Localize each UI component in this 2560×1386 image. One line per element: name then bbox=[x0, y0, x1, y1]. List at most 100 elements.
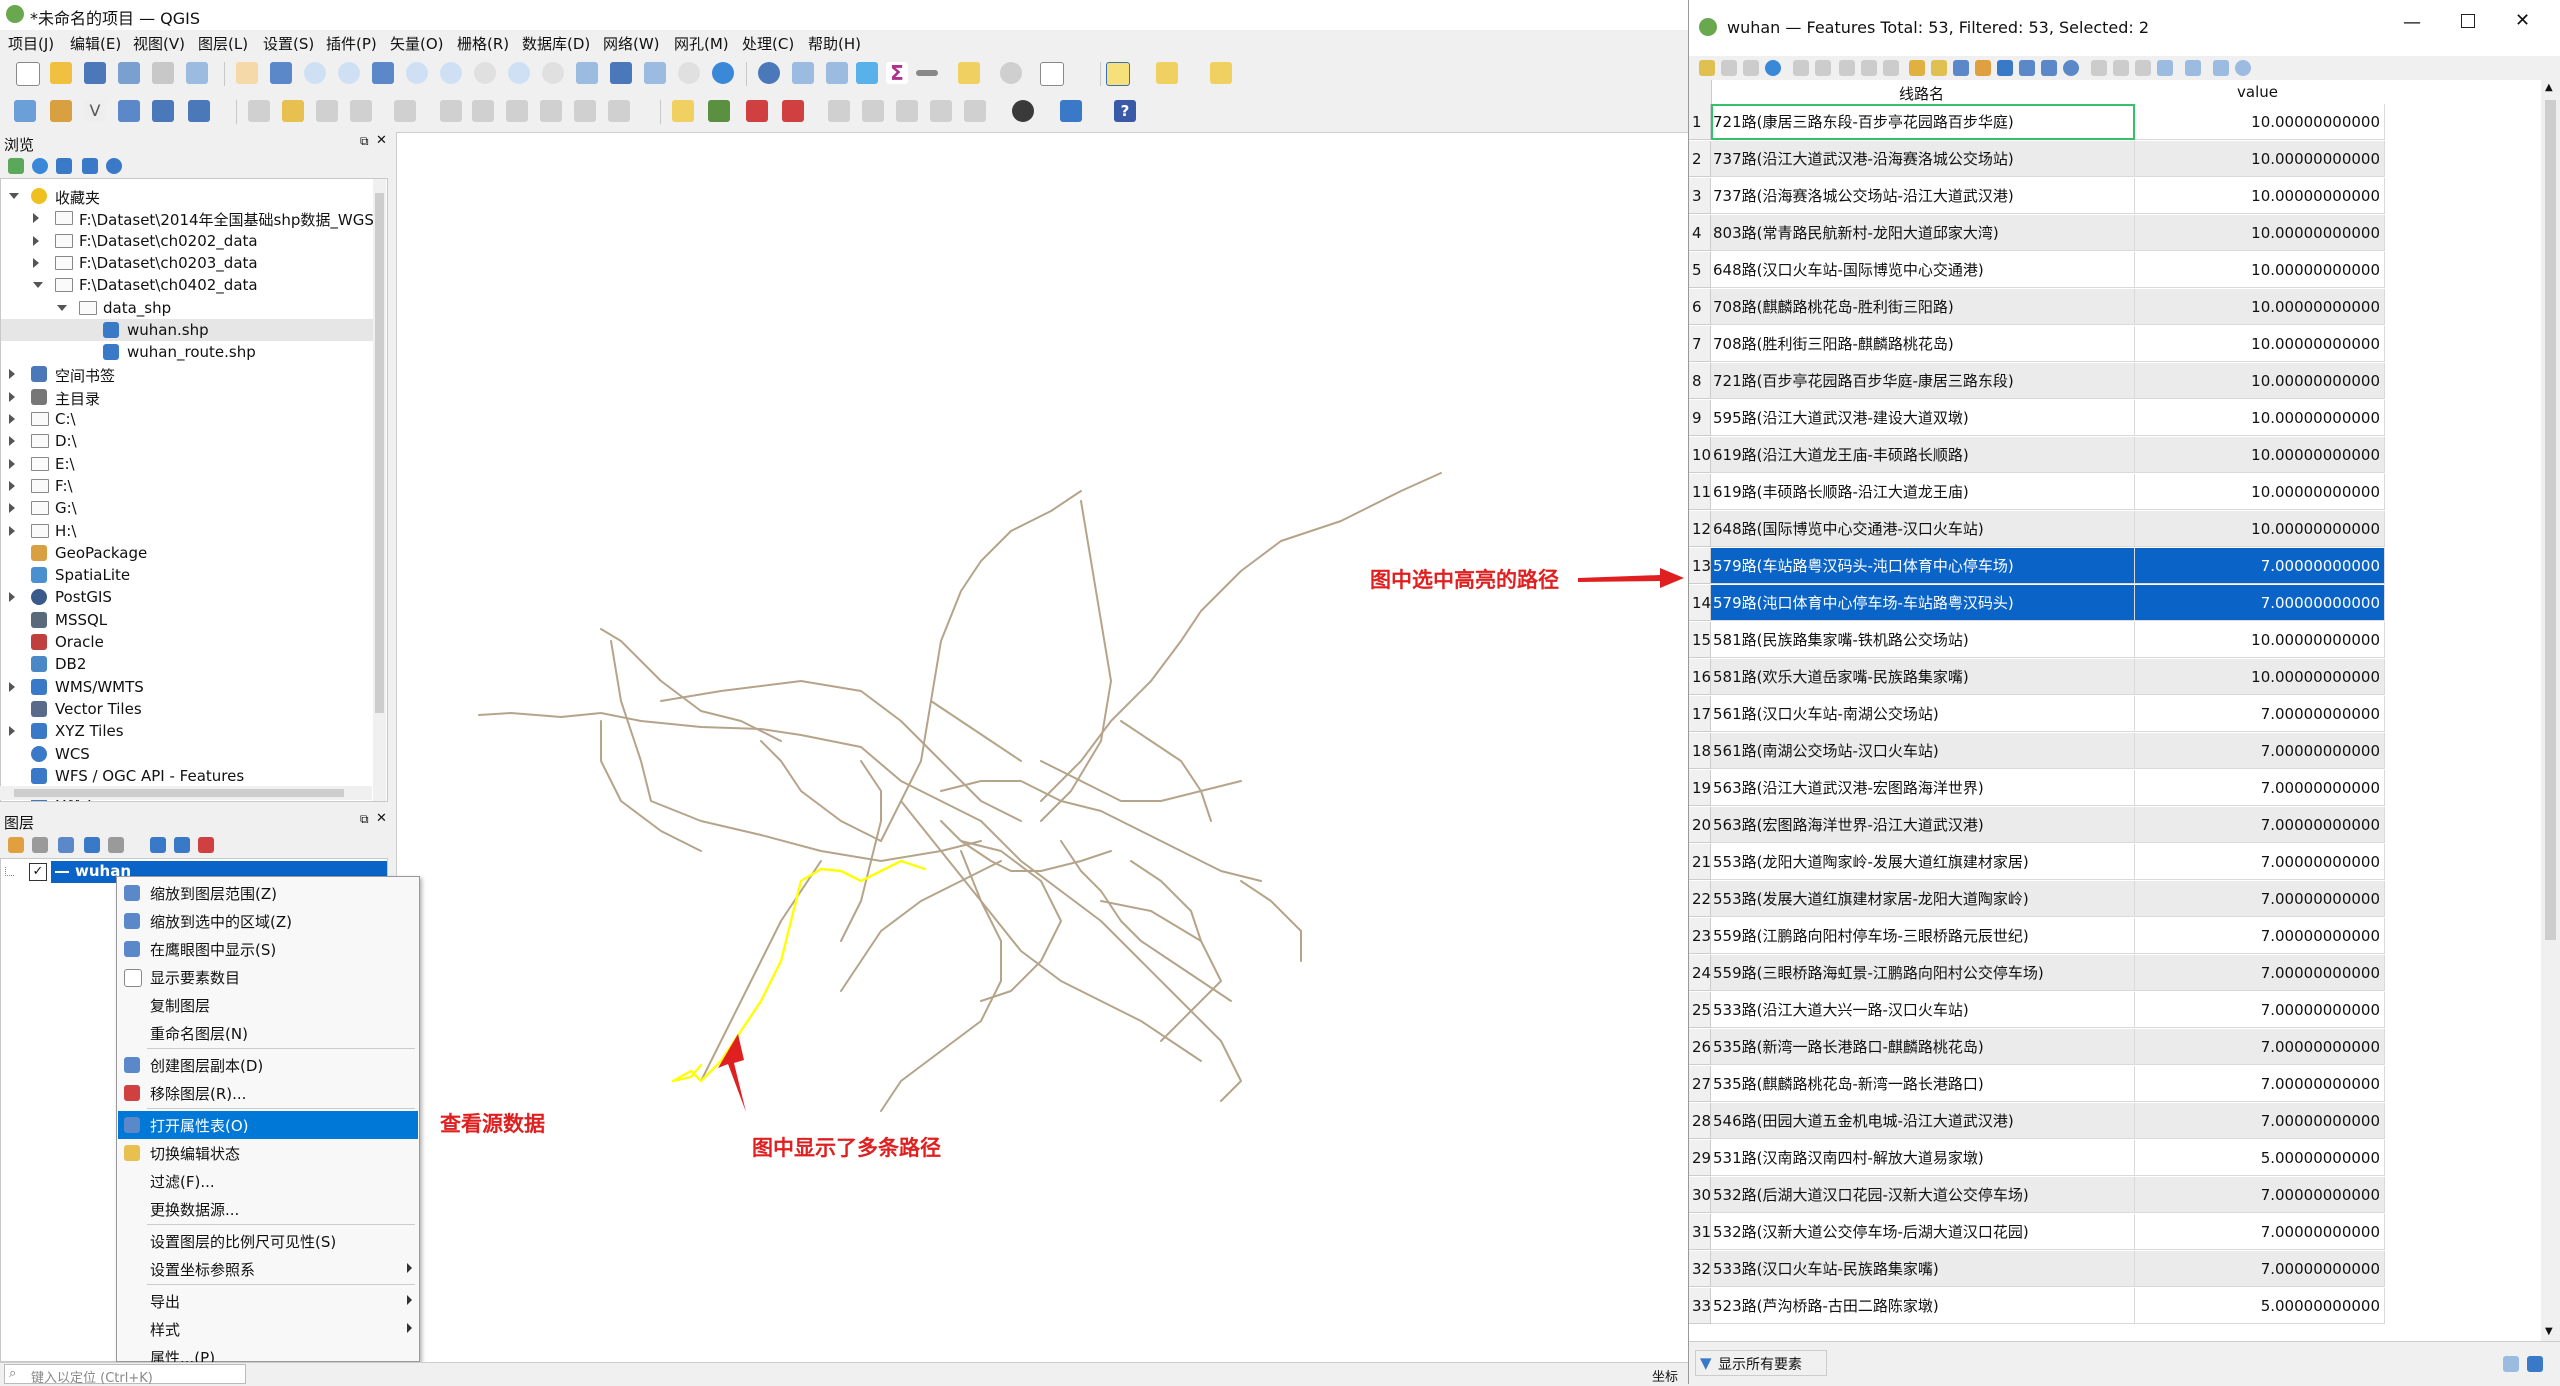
row-number[interactable]: 22 bbox=[1689, 881, 1711, 917]
add-group-icon[interactable] bbox=[32, 837, 48, 853]
highlight-labels-icon[interactable] bbox=[746, 100, 768, 122]
row-number[interactable]: 2 bbox=[1689, 141, 1711, 177]
cell-value[interactable]: 7.00000000000 bbox=[2135, 955, 2385, 991]
browser-item[interactable]: 空间书签 bbox=[1, 363, 373, 385]
row-number[interactable]: 17 bbox=[1689, 696, 1711, 732]
browser-hscrollbar[interactable] bbox=[0, 786, 372, 800]
cell-route-name[interactable]: 559路(江鹏路向阳村停车场-三眼桥路元辰世纪) bbox=[1711, 918, 2135, 954]
pan-to-selection-icon[interactable] bbox=[270, 62, 292, 84]
row-number[interactable]: 33 bbox=[1689, 1288, 1711, 1324]
current-edits-icon[interactable] bbox=[248, 100, 270, 122]
delete-selected-icon[interactable] bbox=[440, 100, 462, 122]
menu-settings[interactable]: 设置(S) bbox=[263, 33, 314, 54]
cell-route-name[interactable]: 561路(汉口火车站-南湖公交场站) bbox=[1711, 696, 2135, 732]
collapse-arrow-icon[interactable] bbox=[9, 525, 15, 536]
cell-route-name[interactable]: 648路(国际博览中心交通港-汉口火车站) bbox=[1711, 511, 2135, 547]
paste-features-icon[interactable] bbox=[540, 100, 562, 122]
row-number[interactable]: 14 bbox=[1689, 585, 1711, 621]
context-menu-item[interactable]: 样式 bbox=[118, 1315, 418, 1343]
browser-item[interactable]: G:\ bbox=[1, 497, 373, 519]
cell-value[interactable]: 10.00000000000 bbox=[2135, 252, 2385, 288]
cell-route-name[interactable]: 803路(常青路民航新村-龙阳大道邱家大湾) bbox=[1711, 215, 2135, 251]
cell-route-name[interactable]: 708路(麒麟路桃花岛-胜利街三阳路) bbox=[1711, 289, 2135, 325]
new-project-icon[interactable] bbox=[16, 62, 40, 86]
row-number[interactable]: 4 bbox=[1689, 215, 1711, 251]
menu-vector[interactable]: 矢量(O) bbox=[390, 33, 444, 54]
corner-header[interactable] bbox=[1689, 80, 1712, 104]
table-row[interactable]: 5 648路(汉口火车站-国际博览中心交通港) 10.00000000000 bbox=[1689, 252, 2385, 289]
browser-item[interactable]: data_shp bbox=[1, 297, 373, 319]
deselect-icon[interactable] bbox=[1210, 62, 1232, 84]
table-row[interactable]: 31 532路(汉新大道公交停车场-后湖大道汉口花园) 7.00000000000 bbox=[1689, 1214, 2385, 1251]
cut-rows-icon[interactable] bbox=[1839, 60, 1855, 76]
select-all-icon[interactable] bbox=[1931, 60, 1947, 76]
table-row[interactable]: 19 563路(沿江大道武汉港-宏图路海洋世界) 7.00000000000 bbox=[1689, 770, 2385, 807]
browser-item[interactable]: MSSQL bbox=[1, 609, 373, 631]
statistics-sigma-icon[interactable]: Σ bbox=[886, 62, 908, 84]
cell-route-name[interactable]: 532路(后湖大道汉口花园-汉新大道公交停车场) bbox=[1711, 1177, 2135, 1213]
undo-icon[interactable] bbox=[574, 100, 596, 122]
table-row[interactable]: 33 523路(芦沟桥路-古田二路陈家墩) 5.00000000000 bbox=[1689, 1288, 2385, 1325]
conditional-format-icon[interactable] bbox=[2185, 60, 2201, 76]
cell-route-name[interactable]: 535路(新湾一路长港路口-麒麟路桃花岛) bbox=[1711, 1029, 2135, 1065]
table-row[interactable]: 24 559路(三眼桥路海虹景-江鹏路向阳村公交停车场) 7.00000000000 bbox=[1689, 955, 2385, 992]
change-label-icon[interactable] bbox=[896, 100, 918, 122]
save-as-icon[interactable] bbox=[118, 62, 140, 84]
table-row[interactable]: 2 737路(沿江大道武汉港-沿海赛洛城公交场站) 10.00000000000 bbox=[1689, 141, 2385, 178]
collapse-arrow-icon[interactable] bbox=[33, 235, 39, 246]
row-number[interactable]: 12 bbox=[1689, 511, 1711, 547]
table-row[interactable]: 13 579路(车站路粤汉码头-沌口体育中心停车场) 7.00000000000 bbox=[1689, 548, 2385, 585]
cell-route-name[interactable]: 535路(麒麟路桃花岛-新湾一路长港路口) bbox=[1711, 1066, 2135, 1102]
table-row[interactable]: 18 561路(南湖公交场站-汉口火车站) 7.00000000000 bbox=[1689, 733, 2385, 770]
browser-item[interactable]: Oracle bbox=[1, 631, 373, 653]
layers-close-icon[interactable]: ✕ bbox=[376, 811, 387, 826]
add-selected-layers-icon[interactable] bbox=[8, 158, 24, 174]
context-menu-item[interactable]: 复制图层 bbox=[118, 991, 418, 1019]
row-number[interactable]: 20 bbox=[1689, 807, 1711, 843]
menu-processing[interactable]: 处理(C) bbox=[742, 33, 794, 54]
row-number[interactable]: 29 bbox=[1689, 1140, 1711, 1176]
row-number[interactable]: 5 bbox=[1689, 252, 1711, 288]
cell-route-name[interactable]: 737路(沿江大道武汉港-沿海赛洛城公交场站) bbox=[1711, 141, 2135, 177]
table-row[interactable]: 10 619路(沿江大道龙王庙-丰硕路长顺路) 10.00000000000 bbox=[1689, 437, 2385, 474]
cell-value[interactable]: 5.00000000000 bbox=[2135, 1140, 2385, 1176]
row-number[interactable]: 11 bbox=[1689, 474, 1711, 510]
context-menu-item[interactable]: 重命名图层(N) bbox=[118, 1019, 418, 1047]
cell-route-name[interactable]: 559路(三眼桥路海虹景-江鹏路向阳村公交停车场) bbox=[1711, 955, 2135, 991]
browser-item[interactable]: wuhan.shp bbox=[1, 318, 373, 341]
context-menu-item[interactable]: 过滤(F)... bbox=[118, 1167, 418, 1195]
filter-expression-icon[interactable] bbox=[108, 837, 124, 853]
browser-item[interactable]: DB2 bbox=[1, 653, 373, 675]
cell-value[interactable]: 7.00000000000 bbox=[2135, 881, 2385, 917]
rotate-label-icon[interactable] bbox=[862, 100, 884, 122]
cell-value[interactable]: 7.00000000000 bbox=[2135, 1103, 2385, 1139]
row-number[interactable]: 10 bbox=[1689, 437, 1711, 473]
locator-field[interactable]: ⌕ 键入以定位 (Ctrl+K) bbox=[4, 1364, 246, 1386]
minimize-icon[interactable]: — bbox=[2403, 12, 2421, 33]
panel-float-icon[interactable]: ⧉ bbox=[360, 134, 369, 149]
form-view-icon[interactable] bbox=[2527, 1356, 2543, 1372]
row-number[interactable]: 9 bbox=[1689, 400, 1711, 436]
scroll-down-icon[interactable]: ▼ bbox=[2545, 1326, 2553, 1337]
table-vscrollbar[interactable]: ▲ ▼ bbox=[2541, 80, 2560, 1341]
cell-value[interactable]: 5.00000000000 bbox=[2135, 1288, 2385, 1324]
table-row[interactable]: 8 721路(百步亭花园路百步华庭-康居三路东段) 10.00000000000 bbox=[1689, 363, 2385, 400]
row-number[interactable]: 15 bbox=[1689, 622, 1711, 658]
cell-value[interactable]: 7.00000000000 bbox=[2135, 770, 2385, 806]
context-menu-item[interactable]: 设置图层的比例尺可见性(S) bbox=[118, 1227, 418, 1255]
row-number[interactable]: 25 bbox=[1689, 992, 1711, 1028]
layout-manager-icon[interactable] bbox=[186, 62, 208, 84]
zoom-next-icon[interactable] bbox=[542, 62, 564, 84]
table-row[interactable]: 16 581路(欢乐大道岳家嘴-民族路集家嘴) 10.00000000000 bbox=[1689, 659, 2385, 696]
print-layout-icon[interactable] bbox=[152, 62, 174, 84]
dock-table-icon[interactable] bbox=[2213, 60, 2229, 76]
cell-route-name[interactable]: 737路(沿海赛洛城公交场站-沿江大道武汉港) bbox=[1711, 178, 2135, 214]
collapse-all-layers-icon[interactable] bbox=[174, 837, 190, 853]
browser-item[interactable]: XYZ Tiles bbox=[1, 720, 373, 742]
zoom-selection-icon[interactable] bbox=[406, 62, 428, 84]
collapse-arrow-icon[interactable] bbox=[9, 391, 15, 402]
collapse-arrow-icon[interactable] bbox=[33, 257, 39, 268]
menu-edit[interactable]: 编辑(E) bbox=[70, 33, 121, 54]
cell-route-name[interactable]: 531路(汉南路汉南四村-解放大道易家墩) bbox=[1711, 1140, 2135, 1176]
cell-value[interactable]: 10.00000000000 bbox=[2135, 141, 2385, 177]
